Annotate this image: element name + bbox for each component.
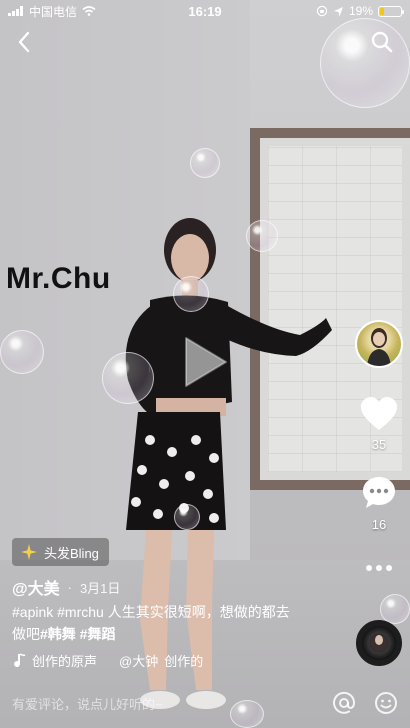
chevron-left-icon bbox=[18, 31, 30, 53]
bubble-decoration bbox=[190, 148, 220, 178]
emoji-icon[interactable] bbox=[374, 691, 398, 715]
back-button[interactable] bbox=[10, 28, 38, 56]
comment-button[interactable]: 16 bbox=[355, 474, 403, 532]
video-overlay-text: Mr.Chu bbox=[6, 262, 111, 295]
battery-icon bbox=[378, 5, 404, 17]
comment-count: 16 bbox=[371, 517, 387, 532]
description-line: 做吧#韩舞 #舞蹈 bbox=[12, 623, 312, 645]
post-date-separator: · bbox=[67, 579, 72, 595]
play-icon[interactable] bbox=[180, 334, 230, 390]
music-title-repeat: 创作的 bbox=[164, 654, 204, 669]
post-author-row: @大美 · 3月1日 bbox=[12, 575, 120, 599]
more-dots-icon bbox=[366, 565, 392, 571]
status-bar: 中国电信 16:19 19% bbox=[0, 0, 410, 22]
bubble-decoration bbox=[0, 330, 44, 374]
like-count: 35 bbox=[371, 437, 387, 452]
author-avatar[interactable] bbox=[355, 320, 403, 368]
sparkle-icon bbox=[21, 544, 37, 560]
effect-tag-chip[interactable]: 头发Bling bbox=[12, 538, 109, 566]
description-text: 做吧 bbox=[12, 626, 40, 642]
bubble-decoration bbox=[102, 352, 154, 404]
heart-icon bbox=[361, 397, 397, 430]
music-title: 创作的原声 bbox=[32, 654, 98, 669]
comment-icon bbox=[363, 477, 395, 508]
music-note-icon bbox=[14, 652, 26, 667]
clock: 16:19 bbox=[188, 3, 222, 19]
comment-bar[interactable]: 有爱评论，说点儿好听的~ bbox=[0, 678, 410, 728]
effect-tag-label: 头发Bling bbox=[44, 545, 99, 561]
music-author: @大钟 bbox=[119, 654, 159, 669]
post-date: 3月1日 bbox=[79, 580, 121, 596]
comment-input[interactable]: 有爱评论，说点儿好听的~ bbox=[12, 694, 163, 713]
disc-cover-icon bbox=[370, 634, 388, 652]
author-name[interactable]: @大美 bbox=[12, 575, 60, 599]
like-button[interactable]: 35 bbox=[355, 396, 403, 452]
hashtag-links[interactable]: #韩舞 #舞蹈 bbox=[40, 626, 115, 642]
bubble-decoration bbox=[320, 18, 410, 108]
more-button[interactable] bbox=[355, 556, 403, 583]
bubble-decoration bbox=[174, 504, 200, 530]
bubble-decoration bbox=[380, 594, 410, 624]
post-description: #apink #mrchu 人生其实很短啊，想做的都去 做吧#韩舞 #舞蹈 bbox=[12, 601, 312, 645]
avatar-image bbox=[367, 328, 391, 366]
music-row[interactable]: 创作的原声 @大钟 创作的 bbox=[12, 651, 203, 670]
bubble-decoration bbox=[246, 220, 278, 252]
bubble-decoration bbox=[173, 276, 209, 312]
music-disc[interactable] bbox=[356, 620, 402, 666]
at-mention-icon[interactable] bbox=[332, 691, 356, 715]
search-button[interactable] bbox=[368, 28, 396, 56]
search-icon bbox=[371, 31, 393, 53]
description-line: #apink #mrchu 人生其实很短啊，想做的都去 bbox=[12, 604, 290, 620]
